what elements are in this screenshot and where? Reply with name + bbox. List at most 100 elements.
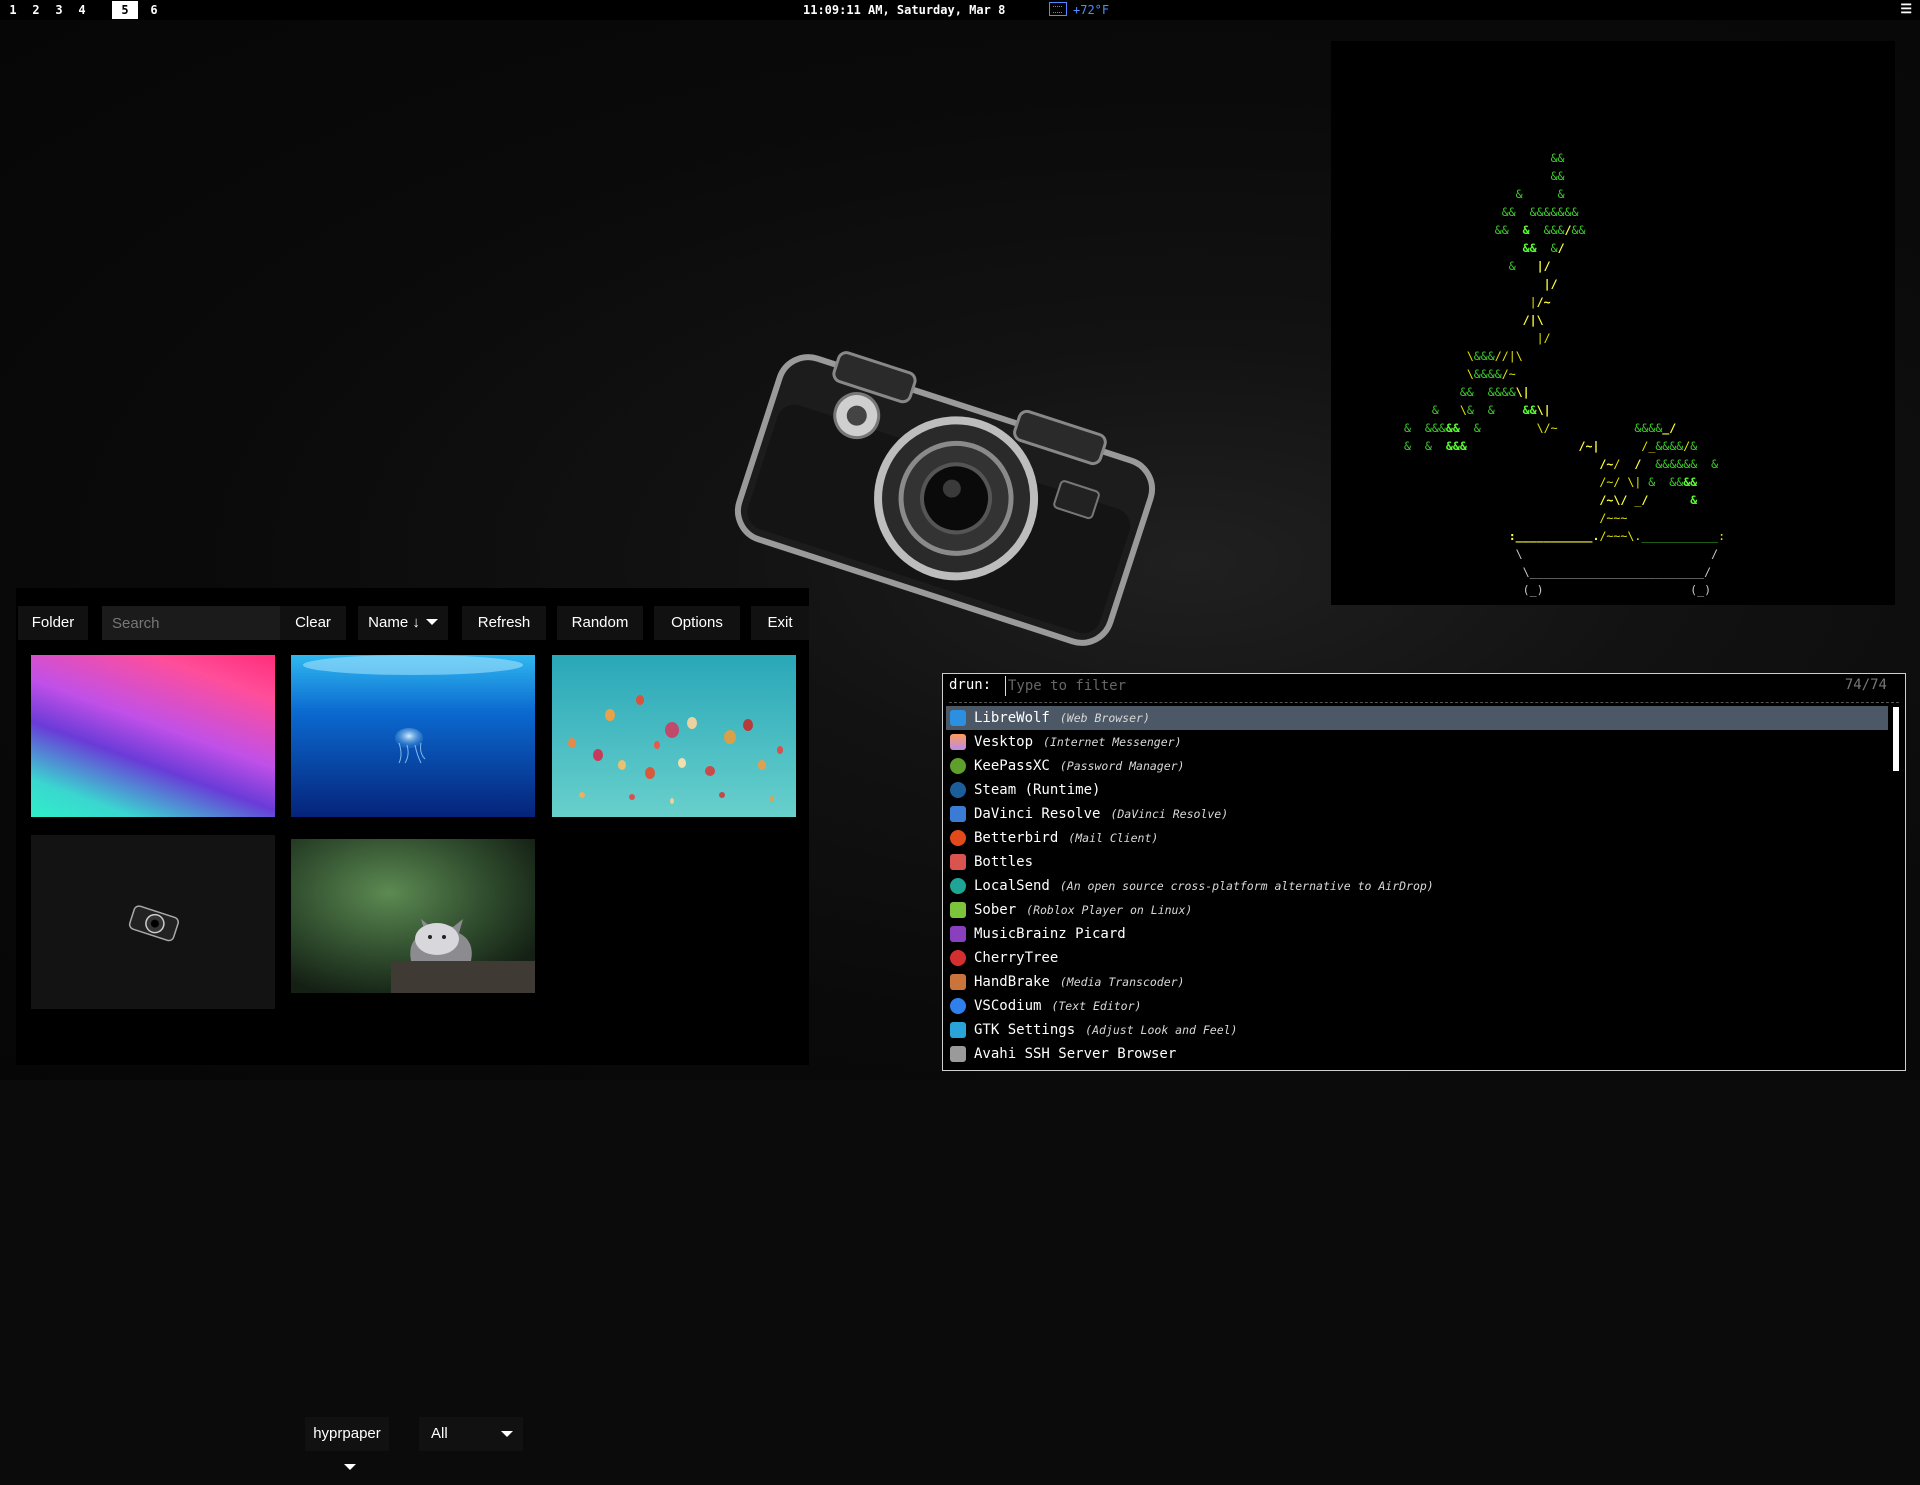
launcher-item[interactable]: GTK Settings (Adjust Look and Feel) <box>946 1018 1888 1042</box>
launcher-item[interactable]: LocalSend (An open source cross-platform … <box>946 874 1888 898</box>
app-description: (Adjust Look and Feel) <box>1085 1023 1238 1037</box>
launcher-list: LibreWolf (Web Browser) Vesktop (Internet … <box>946 706 1888 1066</box>
random-button[interactable]: Random <box>557 606 643 640</box>
camera-wallpaper <box>31 835 275 1009</box>
gradient-wallpaper-thumb[interactable] <box>31 655 275 817</box>
steam-icon <box>950 782 966 798</box>
refresh-button[interactable]: Refresh <box>462 606 546 640</box>
davinci-resolve-icon <box>950 806 966 822</box>
weather-widget[interactable]: +72°F <box>1049 0 1109 20</box>
launcher-item[interactable]: VSCodium (Text Editor) <box>946 994 1888 1018</box>
launcher-item[interactable]: CherryTree <box>946 946 1888 970</box>
sort-label: Name ↓ <box>368 614 420 631</box>
balloons-wallpaper <box>552 655 796 817</box>
chevron-down-icon <box>501 1431 513 1437</box>
weather-icon <box>1049 2 1067 16</box>
result-count: 74/74 <box>1844 677 1887 693</box>
launcher-item[interactable]: KeePassXC (Password Manager) <box>946 754 1888 778</box>
clock: 11:09:11 AM, Saturday, Mar 8 <box>803 3 1006 17</box>
chevron-down-icon <box>344 1464 356 1470</box>
camera-wallpaper-thumb[interactable] <box>31 835 275 1009</box>
app-name: Vesktop <box>974 734 1034 750</box>
launcher-item[interactable]: Steam (Runtime) <box>946 778 1888 802</box>
menu-icon[interactable]: ☰ <box>1900 0 1912 20</box>
options-button[interactable]: Options <box>654 606 740 640</box>
monitor-select-box[interactable]: All <box>419 1417 523 1451</box>
app-name: HandBrake <box>974 974 1050 990</box>
launcher-item[interactable]: Sober (Roblox Player on Linux) <box>946 898 1888 922</box>
app-description: (Media Transcoder) <box>1059 975 1185 989</box>
app-description: (Password Manager) <box>1059 759 1185 773</box>
search-input[interactable] <box>102 606 290 640</box>
cherrytree-icon <box>950 950 966 966</box>
app-name: LocalSend <box>974 878 1050 894</box>
app-name: Bottles <box>974 854 1034 870</box>
app-name: KeePassXC <box>974 758 1050 774</box>
launcher-filter-input[interactable] <box>1005 676 1708 696</box>
librewolf-icon <box>950 710 966 726</box>
launcher-item[interactable]: DaVinci Resolve (DaVinci Resolve) <box>946 802 1888 826</box>
handbrake-icon <box>950 974 966 990</box>
launcher-scrollbar[interactable] <box>1893 707 1899 771</box>
keepassxc-icon <box>950 758 966 774</box>
picard-icon <box>950 926 966 942</box>
folder-button[interactable]: Folder <box>18 606 88 640</box>
launcher-item[interactable]: Bottles <box>946 850 1888 874</box>
launcher-item[interactable]: Betterbird (Mail Client) <box>946 826 1888 850</box>
temperature: +72°F <box>1073 3 1110 17</box>
app-description: (Roblox Player on Linux) <box>1026 903 1193 917</box>
workspace-4-button[interactable]: 4 <box>69 1 95 19</box>
launcher-item[interactable]: HandBrake (Media Transcoder) <box>946 970 1888 994</box>
app-name: VSCodium <box>974 998 1042 1014</box>
jellyfish-wallpaper-thumb[interactable] <box>291 655 535 817</box>
app-description: (DaVinci Resolve) <box>1110 807 1229 821</box>
workspace-6-button[interactable]: 6 <box>141 1 167 19</box>
bonsai-terminal: && && & & && &&&&&&& && & &&&/&& && &/ &… <box>1331 41 1895 605</box>
app-name: Sober <box>974 902 1017 918</box>
wallpaper-picker: Folder Clear Name ↓ Refresh Random Optio… <box>16 588 809 1470</box>
launcher-item[interactable]: LibreWolf (Web Browser) <box>946 706 1888 730</box>
localsend-icon <box>950 878 966 894</box>
app-name: Betterbird <box>974 830 1059 846</box>
gradient-wallpaper <box>31 655 275 817</box>
cat-figurine-wallpaper <box>291 839 535 993</box>
app-name: Avahi SSH Server Browser <box>974 1046 1177 1062</box>
app-description: (Mail Client) <box>1068 831 1159 845</box>
jellyfish-wallpaper <box>291 655 535 817</box>
app-name: LibreWolf <box>974 710 1050 726</box>
monitor-select-value: All <box>431 1425 448 1442</box>
balloons-wallpaper-thumb[interactable] <box>552 655 796 817</box>
cat-figurine-wallpaper-thumb[interactable] <box>291 839 535 993</box>
backend-select-box[interactable]: hyprpaper <box>305 1417 389 1470</box>
launcher-prompt: drun: <box>949 677 992 693</box>
top-bar: 1 2 3 4 5 6 11:09:11 AM, Saturday, Mar 8… <box>0 0 1920 20</box>
app-name: DaVinci Resolve <box>974 806 1101 822</box>
vscodium-icon <box>950 998 966 1014</box>
app-description: (Text Editor) <box>1051 999 1142 1013</box>
launcher-item[interactable]: Avahi SSH Server Browser <box>946 1042 1888 1066</box>
backend-select-value: hyprpaper <box>313 1425 381 1442</box>
app-name: Steam (Runtime) <box>974 782 1101 798</box>
separator <box>949 702 1899 703</box>
app-launcher: drun: 74/74 LibreWolf (Web Browser) Veskt… <box>942 673 1906 1071</box>
app-name: MusicBrainz Picard <box>974 926 1126 942</box>
workspace-5-button[interactable]: 5 <box>112 1 138 19</box>
gtk-settings-icon <box>950 1022 966 1038</box>
vesktop-icon <box>950 734 966 750</box>
sober-icon <box>950 902 966 918</box>
app-description: (An open source cross-platform alternati… <box>1059 879 1434 893</box>
chevron-down-icon <box>425 619 438 625</box>
app-name: CherryTree <box>974 950 1059 966</box>
app-description: (Web Browser) <box>1059 711 1150 725</box>
app-name: GTK Settings <box>974 1022 1076 1038</box>
sort-dropdown[interactable]: Name ↓ <box>358 606 448 640</box>
bottles-icon <box>950 854 966 870</box>
exit-button[interactable]: Exit <box>751 606 809 640</box>
launcher-item[interactable]: Vesktop (Internet Messenger) <box>946 730 1888 754</box>
launcher-item[interactable]: MusicBrainz Picard <box>946 922 1888 946</box>
avahi-icon <box>950 1046 966 1062</box>
bonsai-ascii-art: && && & & && &&&&&&& && & &&&/&& && &/ &… <box>1403 151 1726 597</box>
app-description: (Internet Messenger) <box>1043 735 1182 749</box>
clear-button[interactable]: Clear <box>280 606 346 640</box>
betterbird-icon <box>950 830 966 846</box>
